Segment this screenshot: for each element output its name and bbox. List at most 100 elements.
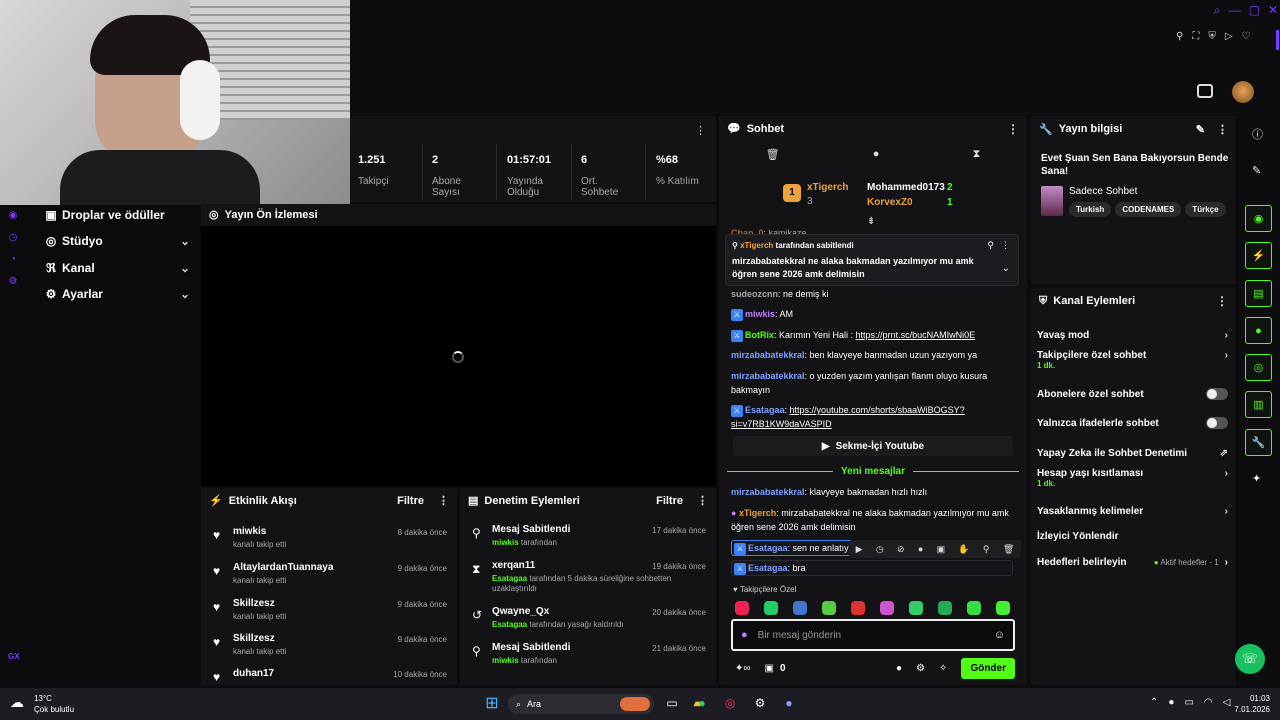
rail-button-layout[interactable]: ▥ [1245,391,1272,418]
play-icon[interactable]: ▷ [1225,32,1233,48]
rail-button-wrench[interactable]: 🔧 [1245,429,1272,456]
emote[interactable] [851,601,865,615]
mic-icon[interactable]: ● [741,629,748,641]
support-button[interactable]: ☏ [1235,644,1265,674]
emote[interactable] [793,601,807,615]
sidebar-item-studio[interactable]: ◎ Stüdyo ⌄ [40,234,190,248]
rail-icon-3[interactable]: ◔ [6,249,20,271]
avatar[interactable] [1232,81,1254,103]
rail-button-lightning[interactable]: ⚡ [1245,242,1272,269]
activity-menu-icon[interactable]: ⋮ [438,495,449,507]
monitor-icon[interactable]: ▭ [1184,697,1193,711]
chat-user[interactable]: Esatagaa [745,405,785,415]
windows-start-icon[interactable]: ⊞ [482,693,502,713]
sidebar-item-settings[interactable]: ⚙ Ayarlar ⌄ [40,287,190,301]
opera-gx-icon[interactable]: ◎ [720,693,740,713]
action-subscribers-only[interactable]: Abonelere özel sohbet [1037,385,1228,403]
screenshot-icon[interactable]: ⛶ [1192,32,1199,48]
spotify-app-icon[interactable]: ● [692,693,712,713]
send-button[interactable]: Gönder [961,657,1015,679]
action-slow-mode[interactable]: Yavaş mod › [1037,326,1228,344]
action-ai-moderation[interactable]: Yapay Zeka ile Sohbet Denetimi ⇗ [1037,444,1228,462]
leader-second[interactable]: Mohammed0173 [867,182,945,193]
emotes-only-toggle[interactable] [1206,417,1228,429]
action-followers-only[interactable]: Takipçilere özel sohbet 1 dk. › [1037,350,1228,374]
maximize-icon[interactable]: ▢ [1249,4,1260,22]
leader-third[interactable]: KorvexZ0 [867,197,913,208]
activity-filter-button[interactable]: Filtre [397,495,424,507]
pin-icon[interactable]: ⚲ [983,544,990,555]
rail-icon-1[interactable]: ◉ [6,205,20,227]
emoji-icon[interactable]: ☺ [994,629,1005,641]
gear-icon[interactable]: ⚙ [916,663,925,674]
pinned-by[interactable]: xTigerch [740,241,773,250]
subscribers-only-toggle[interactable] [1206,388,1228,400]
close-icon[interactable]: ✕ [1268,4,1278,22]
rail-button-document[interactable]: ▤ [1245,280,1272,307]
moderation-filter-button[interactable]: Filtre [656,495,683,507]
gamepad-icon[interactable] [1197,84,1213,98]
weather-icon[interactable]: ☁ [10,694,24,711]
mic-tray-icon[interactable]: ● [1168,697,1174,711]
taskbar-search[interactable]: ⌕ Ara [508,694,654,714]
emote[interactable] [909,601,923,615]
chat-user[interactable]: mirzababatekkral [731,371,805,381]
minimize-icon[interactable]: — [1229,4,1241,22]
moderation-menu-icon[interactable]: ⋮ [697,495,708,507]
emote[interactable] [967,601,981,615]
steam-icon[interactable]: ⚙ [750,693,770,713]
chevron-up-icon[interactable]: ⌃ [1150,697,1158,711]
emote[interactable] [735,601,749,615]
chat-menu-icon[interactable]: ⋮ [1007,122,1019,136]
chevron-down-icon[interactable]: ⌄ [1002,263,1010,274]
action-goals[interactable]: Hedefleri belirleyin ● Aktif hedefler - 1… [1037,553,1228,571]
unpin-icon[interactable]: ⚲ [987,240,994,251]
pinned-menu-icon[interactable]: ⋮ [1001,240,1010,251]
hand-icon[interactable]: ✋ [958,544,969,555]
chat-bubble-icon[interactable]: ● [896,663,902,674]
sidebar-item-channel[interactable]: ℜ Kanal ⌄ [40,261,190,275]
extension-icon[interactable]: ✦ [1252,472,1261,485]
trash-icon[interactable]: 🗑 [766,148,780,168]
stream-info-menu-icon[interactable]: ⋮ [1217,123,1228,136]
copy-icon[interactable]: ▣ [937,544,946,555]
rail-icon-2[interactable]: ◷ [6,227,20,249]
chat-user[interactable]: xTigerch [739,508,776,518]
youtube-button[interactable]: ▶ Sekme-İçi Youtube [733,436,1013,456]
taskview-icon[interactable]: ▭ [662,693,682,713]
rail-button-camera[interactable]: ◉ [1245,205,1272,232]
predictions-icon[interactable]: ✧ [939,663,947,674]
ban-icon[interactable]: ⊘ [897,544,905,555]
action-raid[interactable]: İzleyici Yönlendir [1037,527,1228,545]
clock-time[interactable]: 01:03 [1240,694,1270,703]
sidebar-item-drops[interactable]: ▣ Droplar ve ödüller [40,208,190,222]
gift-icon[interactable]: ▣ [765,663,774,674]
rail-icon-4[interactable]: ⚙ [6,271,20,293]
hourglass-icon[interactable]: ⧗ [973,148,981,168]
pin-icon[interactable]: ⚲ [1176,32,1183,48]
delete-icon[interactable]: 🗑 [1003,544,1014,555]
timeout-icon[interactable]: ◷ [876,544,884,555]
tag[interactable]: CODENAMES [1115,202,1182,217]
rail-button-broadcast[interactable]: ◎ [1245,354,1272,381]
chat-user[interactable]: miwkis [745,309,775,319]
chat-user[interactable]: mirzababatekkral [731,350,805,360]
edit-icon[interactable]: ✎ [1196,123,1205,136]
rail-button-chat[interactable]: ● [1245,317,1272,344]
heart-icon[interactable]: ♡ [1242,32,1251,48]
play-icon[interactable]: ▶ [856,544,863,555]
emote[interactable] [996,601,1010,615]
reply-icon[interactable]: ● [918,544,923,554]
chat-link[interactable]: https://prnt.sc/bucNAMIwNi0E [856,330,976,340]
emote[interactable] [764,601,778,615]
action-emotes-only[interactable]: Yalnızca ifadelerle sohbet [1037,414,1228,432]
action-account-age[interactable]: Hesap yaşı kısıtlaması 1 dk. › [1037,468,1228,492]
chat-user[interactable]: Esatagaa [748,563,788,573]
emote[interactable] [880,601,894,615]
chat-input[interactable]: Bir mesaj gönderin [758,630,841,641]
wifi-icon[interactable]: ◠ [1204,697,1213,711]
pencil-icon[interactable]: ✎ [1252,164,1261,177]
points-icon[interactable]: ✦∞ [735,663,751,674]
search-icon[interactable]: ⌕ [1214,4,1221,22]
chat-bubble-icon[interactable]: ● [873,148,880,168]
